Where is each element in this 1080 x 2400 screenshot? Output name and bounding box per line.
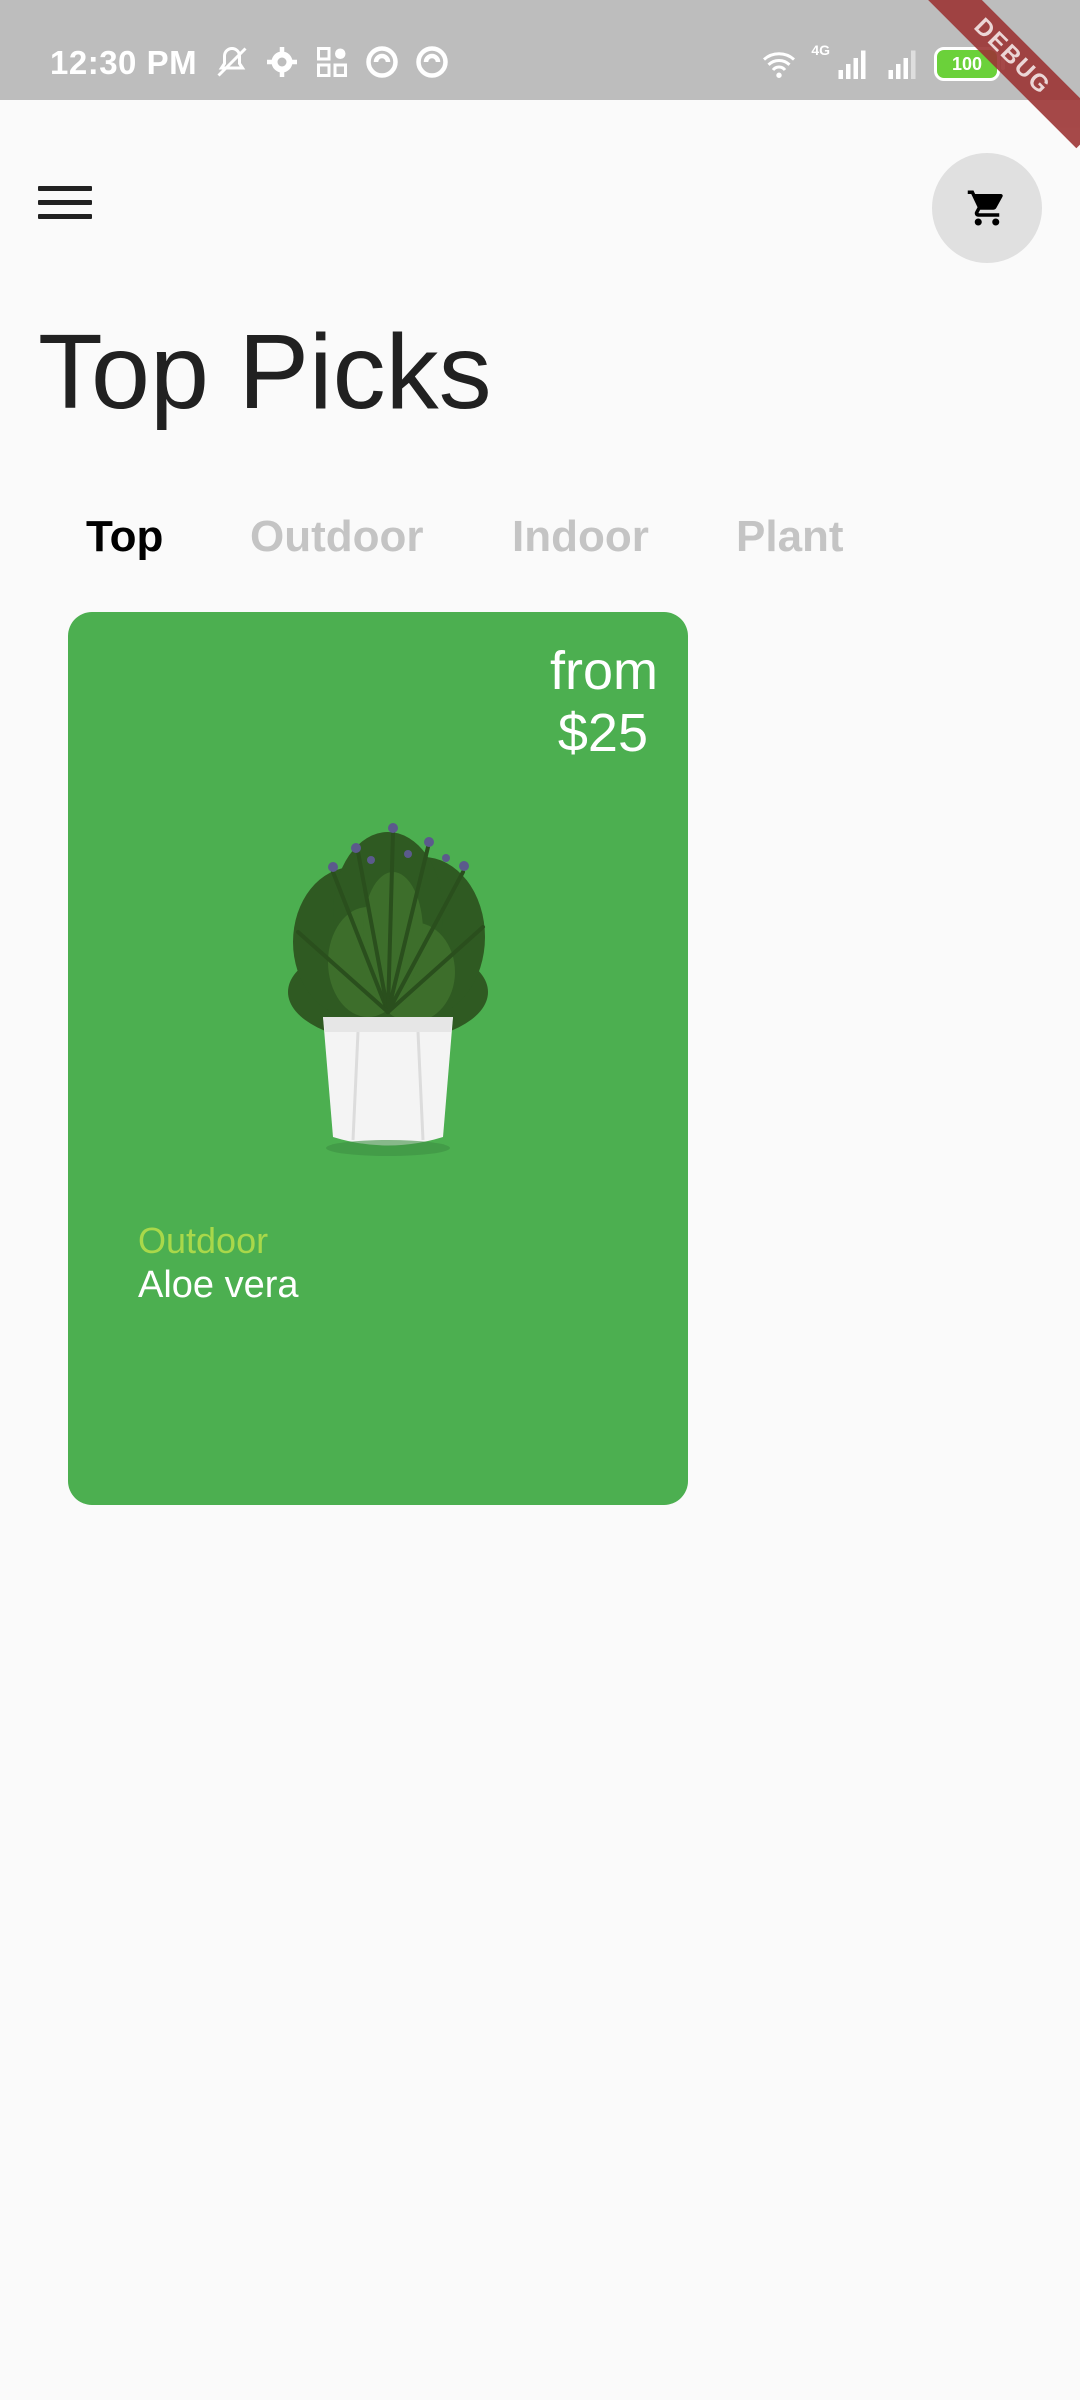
price-value: $25	[557, 703, 648, 763]
product-card[interactable]: from $25 Outdoor Aloe vera	[68, 612, 688, 1505]
signal-icon	[838, 50, 866, 79]
product-category: Outdoor	[138, 1220, 269, 1261]
tab-plant[interactable]: Plant	[736, 512, 844, 562]
product-name: Aloe vera	[138, 1264, 299, 1306]
mute-icon	[217, 46, 247, 77]
status-bar: 12:30 PM 4G 100	[0, 0, 1080, 100]
circle-app-icon	[416, 46, 448, 78]
status-time: 12:30 PM	[50, 44, 198, 81]
circle-app-icon	[366, 46, 398, 78]
shopping-cart-icon	[967, 190, 1003, 226]
tab-indoor[interactable]: Indoor	[512, 512, 649, 562]
product-price: from $25	[550, 640, 658, 764]
plant-image	[288, 823, 488, 1156]
grid-icon	[317, 47, 347, 77]
wifi-icon	[763, 52, 796, 78]
page-title: Top Picks	[38, 313, 492, 431]
signal-icon	[888, 50, 916, 79]
tab-outdoor[interactable]: Outdoor	[250, 512, 424, 562]
cart-button[interactable]	[932, 153, 1042, 263]
settings-icon	[267, 47, 297, 77]
price-prefix: from	[550, 641, 658, 701]
tab-top[interactable]: Top	[86, 512, 163, 562]
status-system-icons: 4G 100	[761, 42, 1005, 84]
network-type: 4G	[811, 42, 830, 58]
status-notification-icons	[214, 44, 450, 84]
menu-icon[interactable]	[38, 186, 92, 226]
